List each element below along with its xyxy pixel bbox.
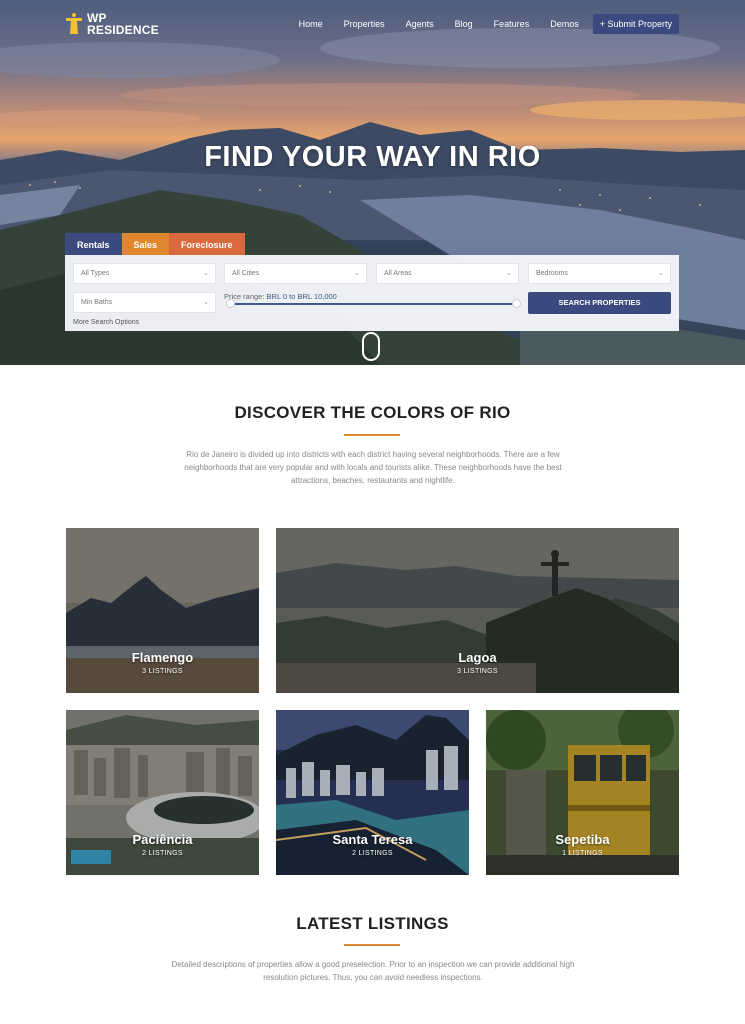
neighborhood-name: Paciência	[132, 832, 193, 847]
price-range-max-handle[interactable]	[511, 299, 521, 308]
price-range-track[interactable]	[230, 303, 516, 305]
listing-count: 2 LISTINGS	[352, 850, 393, 857]
search-form: All Types ⌄ All Cities ⌄ All Areas ⌄ Bed…	[65, 255, 679, 331]
latest-listings-description: Detailed descriptions of properties allo…	[171, 960, 575, 982]
nav-agents[interactable]: Agents	[406, 19, 434, 29]
type-select-value: All Types	[81, 270, 110, 277]
bedrooms-select-value: Bedrooms	[536, 270, 568, 277]
discover-title: DISCOVER THE COLORS OF RIO	[234, 403, 511, 422]
neighborhood-name: Santa Teresa	[332, 832, 413, 847]
search-properties-button[interactable]: SEARCH PROPERTIES	[528, 292, 671, 314]
listing-count: 2 LISTINGS	[142, 850, 183, 857]
neighborhood-name: Sepetiba	[555, 832, 610, 847]
main-nav: Home Properties Agents Blog Features Dem…	[278, 14, 679, 34]
area-select[interactable]: All Areas ⌄	[376, 263, 519, 284]
neighborhood-card-santa-teresa[interactable]: Santa Teresa 2 LISTINGS	[276, 710, 469, 875]
neighborhood-card-flamengo[interactable]: Flamengo 3 LISTINGS	[66, 528, 259, 693]
listing-count: 3 LISTINGS	[457, 668, 498, 675]
scroll-down-icon[interactable]	[362, 332, 380, 361]
chevron-down-icon: ⌄	[506, 270, 512, 277]
nav-features[interactable]: Features	[494, 19, 530, 29]
site-logo[interactable]: WP RESIDENCE	[66, 12, 177, 36]
tab-rentals[interactable]: Rentals	[65, 233, 122, 255]
city-select-value: All Cities	[232, 270, 260, 277]
price-range-min-handle[interactable]	[225, 299, 235, 308]
discover-description: Rio de Janeiro is divided up into distri…	[184, 450, 562, 485]
hero-title: FIND YOUR WAY IN RIO	[204, 141, 541, 173]
price-range-label: Price range: BRL 0 to BRL 10,000	[224, 292, 337, 301]
chevron-down-icon: ⌄	[203, 270, 209, 277]
more-search-options-link[interactable]: More Search Options	[73, 319, 139, 326]
neighborhood-name: Flamengo	[131, 650, 194, 665]
listing-count: 3 LISTINGS	[142, 668, 183, 675]
nav-properties[interactable]: Properties	[344, 19, 385, 29]
latest-title-underline	[344, 944, 400, 946]
logo-line-2: RESIDENCE	[87, 23, 159, 37]
bedrooms-select[interactable]: Bedrooms ⌄	[528, 263, 671, 284]
type-select[interactable]: All Types ⌄	[73, 263, 216, 284]
neighborhood-card-paciencia[interactable]: Paciência 2 LISTINGS	[66, 710, 259, 875]
chevron-down-icon: ⌄	[203, 299, 209, 306]
search-tabs: Rentals Sales Foreclosure	[65, 233, 245, 255]
latest-listings-title: LATEST LISTINGS	[296, 914, 449, 933]
listing-count: 1 LISTINGS	[562, 850, 603, 857]
nav-home[interactable]: Home	[299, 19, 323, 29]
christ-statue-icon	[66, 13, 82, 34]
area-select-value: All Areas	[384, 270, 412, 277]
neighborhood-card-lagoa[interactable]: Lagoa 3 LISTINGS	[276, 528, 679, 693]
chevron-down-icon: ⌄	[354, 270, 360, 277]
nav-blog[interactable]: Blog	[455, 19, 473, 29]
nav-demos[interactable]: Demos	[550, 19, 579, 29]
tab-foreclosure[interactable]: Foreclosure	[169, 233, 245, 255]
baths-select-value: Min Baths	[81, 299, 113, 306]
price-range-value: BRL 0 to BRL 10,000	[266, 292, 337, 301]
neighborhood-card-sepetiba[interactable]: Sepetiba 1 LISTINGS	[486, 710, 679, 875]
chevron-down-icon: ⌄	[658, 270, 664, 277]
submit-property-button[interactable]: + Submit Property	[592, 14, 679, 34]
hero-banner: WP RESIDENCE Home Properties Agents Blog…	[0, 0, 745, 365]
baths-select[interactable]: Min Baths ⌄	[73, 292, 216, 313]
logo-text: WP RESIDENCE	[87, 12, 177, 36]
tab-sales[interactable]: Sales	[121, 233, 170, 255]
discover-title-underline	[344, 434, 400, 436]
city-select[interactable]: All Cities ⌄	[224, 263, 367, 284]
neighborhood-name: Lagoa	[458, 650, 497, 665]
